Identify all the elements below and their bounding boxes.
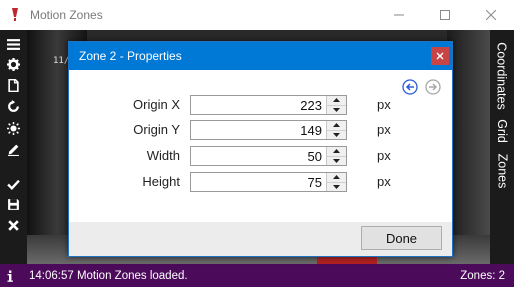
check-icon	[7, 179, 20, 190]
timestamp-overlay: 11/	[53, 56, 70, 66]
tab-zones[interactable]: Zones	[490, 149, 514, 193]
status-bar: 14:06:57 Motion Zones loaded. Zones: 2	[0, 264, 514, 287]
decrement-button[interactable]	[327, 156, 346, 165]
width-label: Width	[146, 148, 180, 163]
refresh-icon	[8, 99, 19, 112]
maximize-icon	[440, 10, 450, 20]
origin-y-row: Origin Y px	[69, 120, 452, 140]
tab-label: Grid	[495, 119, 509, 143]
close-icon	[486, 10, 496, 20]
app-logo-icon	[0, 0, 30, 30]
height-field	[190, 172, 347, 192]
status-message: 14:06:57 Motion Zones loaded.	[29, 269, 188, 282]
tab-grid[interactable]: Grid	[490, 118, 514, 144]
close-window-button[interactable]	[468, 0, 514, 30]
height-spinner	[326, 173, 346, 191]
decrement-button[interactable]	[327, 105, 346, 114]
increment-button[interactable]	[327, 147, 346, 157]
origin-x-field	[190, 95, 347, 115]
brightness-button[interactable]	[0, 118, 27, 138]
dialog-title-bar: Zone 2 - Properties	[69, 42, 452, 70]
tab-label: Zones	[495, 153, 509, 189]
save-icon	[8, 198, 19, 210]
origin-y-field	[190, 120, 347, 140]
done-button[interactable]: Done	[361, 226, 442, 250]
menu-button[interactable]	[0, 34, 27, 54]
origin-y-spinner	[326, 121, 346, 139]
dialog-footer: Done	[69, 222, 452, 256]
apply-button[interactable]	[0, 174, 27, 194]
increment-button[interactable]	[327, 96, 346, 106]
caret-up-icon	[333, 123, 340, 128]
height-input[interactable]	[191, 173, 326, 191]
next-zone-button[interactable]	[425, 79, 441, 95]
tab-label: Coordinates	[495, 42, 509, 110]
increment-button[interactable]	[327, 173, 346, 183]
edit-button[interactable]	[0, 139, 27, 159]
video-content	[447, 30, 490, 264]
info-icon	[0, 264, 20, 287]
title-bar: Motion Zones	[0, 0, 514, 30]
pencil-icon	[8, 144, 19, 156]
dialog-title: Zone 2 - Properties	[79, 49, 182, 63]
arrow-left-icon	[402, 79, 418, 95]
caret-down-icon	[333, 132, 340, 137]
unit-label: px	[377, 148, 391, 163]
origin-y-label: Origin Y	[133, 122, 180, 137]
width-input[interactable]	[191, 147, 326, 165]
origin-x-label: Origin X	[133, 97, 180, 112]
width-row: Width px	[69, 146, 452, 166]
refresh-button[interactable]	[0, 96, 27, 116]
caret-down-icon	[333, 158, 340, 163]
minimize-icon	[394, 14, 404, 16]
settings-button[interactable]	[0, 54, 27, 74]
left-toolbar	[0, 30, 27, 264]
arrow-right-icon	[425, 79, 441, 95]
save-button[interactable]	[0, 194, 27, 214]
decrement-button[interactable]	[327, 130, 346, 139]
caret-down-icon	[333, 184, 340, 189]
caret-up-icon	[333, 149, 340, 154]
unit-label: px	[377, 122, 391, 137]
caret-down-icon	[333, 107, 340, 112]
decrement-button[interactable]	[327, 182, 346, 191]
unit-label: px	[377, 174, 391, 189]
gear-icon	[7, 57, 20, 71]
caret-up-icon	[333, 175, 340, 180]
tab-coordinates[interactable]: Coordinates	[490, 36, 514, 116]
increment-button[interactable]	[327, 121, 346, 131]
new-document-button[interactable]	[0, 75, 27, 95]
width-field	[190, 146, 347, 166]
zone-properties-dialog: Zone 2 - Properties Origin X px Origin Y	[68, 41, 453, 257]
window-title: Motion Zones	[30, 8, 103, 22]
document-icon	[8, 78, 19, 92]
close-icon	[8, 219, 19, 231]
origin-x-input[interactable]	[191, 96, 326, 114]
zones-count: Zones: 2	[460, 269, 505, 282]
origin-x-row: Origin X px	[69, 95, 452, 115]
minimize-button[interactable]	[376, 0, 422, 30]
cancel-button[interactable]	[0, 215, 27, 235]
unit-label: px	[377, 97, 391, 112]
origin-y-input[interactable]	[191, 121, 326, 139]
height-label: Height	[142, 174, 180, 189]
side-tab-bar: Coordinates Grid Zones	[490, 30, 514, 264]
brightness-icon	[7, 121, 20, 135]
origin-x-spinner	[326, 96, 346, 114]
width-spinner	[326, 147, 346, 165]
dialog-close-button[interactable]	[431, 47, 449, 65]
maximize-button[interactable]	[422, 0, 468, 30]
menu-icon	[7, 38, 20, 50]
previous-zone-button[interactable]	[402, 79, 418, 95]
caret-up-icon	[333, 98, 340, 103]
close-icon	[436, 52, 444, 60]
height-row: Height px	[69, 172, 452, 192]
